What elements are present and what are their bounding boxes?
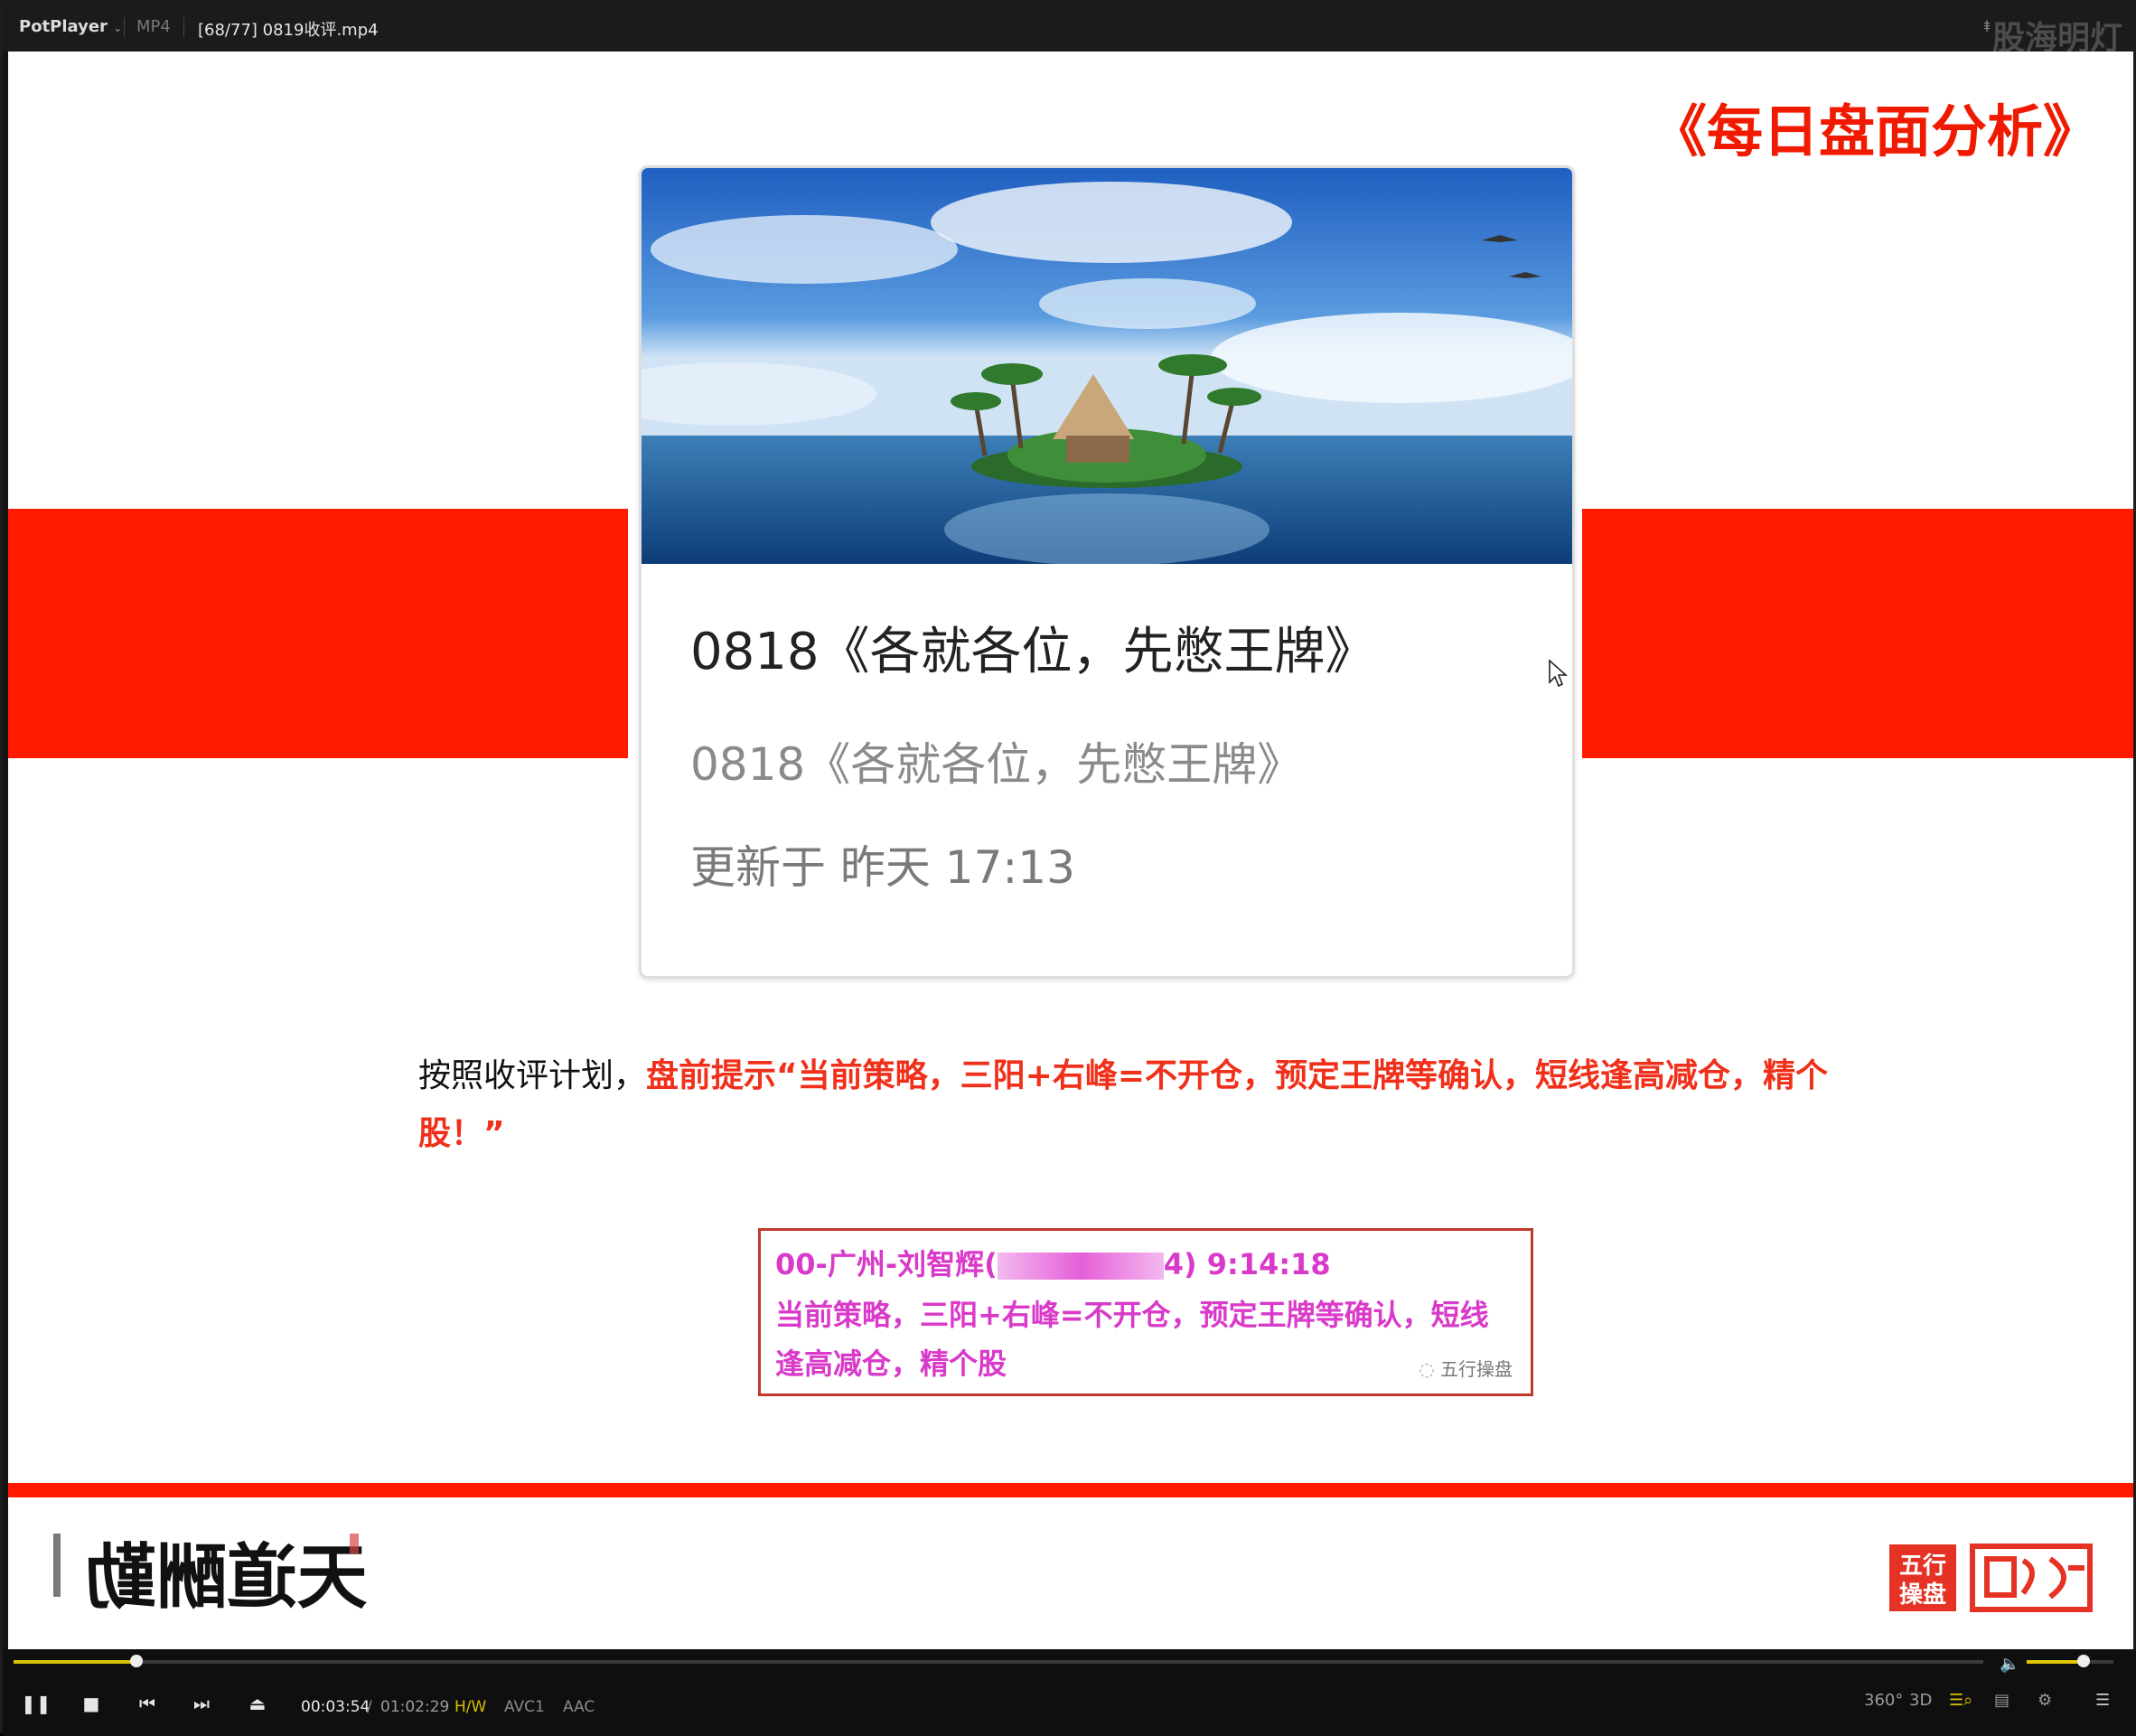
footer-red-line — [8, 1483, 2133, 1497]
eject-button[interactable]: ⏏ — [243, 1689, 272, 1718]
video-frame[interactable]: 《每日盘面分析》 0818《各就各位，先憋王牌》 0818《各就各位，先憋王牌》… — [8, 52, 2133, 1649]
title-bar: PotPlayer ⌄ MP4 [68/77] 0819收评.mp4 ⯒ 股海明… — [3, 3, 2136, 57]
vr360-button[interactable]: 360° — [1864, 1691, 1903, 1710]
volume-level — [2027, 1660, 2084, 1664]
svg-text:天道酬勤: 天道酬勤 — [86, 1536, 368, 1619]
svg-text:操盘: 操盘 — [1899, 1581, 1946, 1609]
wechat-icon: ◌ — [1419, 1358, 1435, 1380]
calligraphy-logo: 天道酬勤 — [53, 1534, 368, 1619]
divider — [183, 17, 184, 37]
slide-title: 《每日盘面分析》 — [1650, 99, 2099, 164]
plan-prefix: 按照收评计划， — [418, 1057, 647, 1094]
red-band-left — [8, 509, 628, 758]
current-time: 00:03:54 — [301, 1698, 370, 1716]
article-card: 0818《各就各位，先憋王牌》 0818《各就各位，先憋王牌》 更新于 昨天 1… — [639, 165, 1575, 979]
skip-next-icon: ⏭ — [193, 1693, 210, 1714]
next-button[interactable]: ⏭ — [187, 1689, 216, 1718]
plan-text: 按照收评计划，盘前提示“当前策略，三阳+右峰=不开仓，预定王牌等确认，短线逢高减… — [418, 1047, 1873, 1163]
player-controls: 🔈 ❚❚ ■ ⏮ ⏭ ⏏ 00:03:54 / 01:02:29 H/W AVC… — [3, 1649, 2136, 1736]
previous-button[interactable]: ⏮ — [133, 1689, 162, 1718]
stop-button[interactable]: ■ — [77, 1689, 106, 1718]
redacted-blur — [997, 1253, 1164, 1280]
mouse-cursor-icon — [1549, 659, 1568, 688]
speaker-icon[interactable]: 🔈 — [2000, 1655, 2019, 1674]
app-menu-button[interactable]: PotPlayer ⌄ — [19, 17, 122, 36]
seek-handle[interactable] — [130, 1655, 144, 1667]
card-title: 0818《各就各位，先憋王牌》 — [690, 623, 1376, 681]
subtitle-icon[interactable]: ▤ — [1994, 1691, 2010, 1710]
gear-icon[interactable]: ⚙ — [2038, 1691, 2052, 1710]
playlist-search-icon[interactable]: ☰⌕ — [1949, 1691, 1972, 1710]
pin-icon[interactable]: ⯒ — [1983, 15, 1991, 42]
potplayer-window: PotPlayer ⌄ MP4 [68/77] 0819收评.mp4 ⯒ 股海明… — [0, 0, 2136, 1736]
quote-line-2: 当前策略，三阳+右峰=不开仓，预定王牌等确认，短线 — [775, 1298, 1489, 1332]
total-time: 01:02:29 — [380, 1698, 450, 1716]
menu-icon[interactable]: ☰ — [2095, 1691, 2110, 1710]
quote-line-1: 00-广州-刘智辉(4) 9:14:18 — [775, 1247, 1331, 1281]
seek-bar[interactable] — [14, 1655, 1983, 1667]
volume-slider[interactable] — [2027, 1655, 2113, 1667]
card-subtitle: 0818《各就各位，先憋王牌》 — [690, 738, 1303, 791]
volume-handle[interactable] — [2077, 1655, 2091, 1667]
seal-logo: 五行 操盘 — [1889, 1544, 2093, 1612]
skip-previous-icon: ⏮ — [139, 1693, 155, 1714]
time-separator: / — [367, 1698, 372, 1716]
format-label: MP4 — [136, 17, 171, 36]
stop-icon: ■ — [82, 1693, 100, 1714]
file-title: [68/77] 0819收评.mp4 — [198, 21, 379, 40]
3d-button[interactable]: 3D — [1909, 1691, 1932, 1710]
wechat-source: ◌ 五行操盘 — [1419, 1358, 1513, 1380]
quote-line-3: 逢高减仓，精个股 — [775, 1347, 1007, 1381]
island-image — [642, 168, 1572, 564]
audio-codec-badge[interactable]: AAC — [563, 1698, 595, 1716]
chevron-down-icon: ⌄ — [113, 22, 123, 34]
video-codec-badge[interactable]: AVC1 — [504, 1698, 545, 1716]
seek-progress — [14, 1660, 137, 1664]
quote-box: 00-广州-刘智辉(4) 9:14:18 当前策略，三阳+右峰=不开仓，预定王牌… — [758, 1228, 1533, 1396]
eject-icon: ⏏ — [248, 1693, 267, 1714]
hw-badge[interactable]: H/W — [454, 1698, 486, 1716]
divider — [124, 17, 125, 37]
red-band-right — [1582, 509, 2133, 758]
pause-icon: ❚❚ — [21, 1693, 52, 1714]
pause-button[interactable]: ❚❚ — [21, 1689, 52, 1718]
svg-text:五行: 五行 — [1899, 1552, 1946, 1580]
card-updated-time: 更新于 昨天 17:13 — [690, 841, 1075, 894]
